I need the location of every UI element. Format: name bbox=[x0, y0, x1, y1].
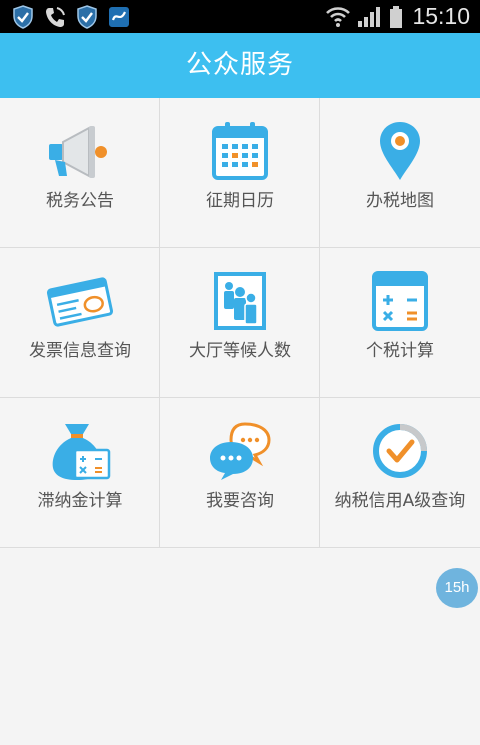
service-grid: 税务公告 征期日历 办税地图 发票信息查询 大厅等候人数 个税计算 滞纳金计算 … bbox=[0, 98, 480, 549]
calculator-icon bbox=[372, 271, 428, 331]
invoice-icon bbox=[46, 277, 114, 327]
calendar-icon bbox=[212, 122, 268, 180]
grid-item-consult[interactable]: 我要咨询 bbox=[160, 398, 320, 548]
app-icon bbox=[109, 7, 129, 27]
status-bar: 15:10 bbox=[0, 0, 480, 33]
header-bar: 公众服务 bbox=[0, 33, 480, 98]
queue-icon bbox=[214, 272, 266, 330]
grid-item-hall-waiting[interactable]: 大厅等候人数 bbox=[160, 248, 320, 398]
grid-item-invoice-query[interactable]: 发票信息查询 bbox=[0, 248, 160, 398]
grid-item-tax-map[interactable]: 办税地图 bbox=[320, 98, 480, 248]
floating-badge[interactable]: 15h bbox=[436, 568, 478, 608]
grid-item-label: 个税计算 bbox=[366, 341, 434, 361]
grid-item-credit-a-query[interactable]: 纳税信用A级查询 bbox=[320, 398, 480, 548]
phone-icon bbox=[46, 7, 65, 27]
page-title: 公众服务 bbox=[185, 50, 294, 80]
grid-item-label: 滞纳金计算 bbox=[37, 491, 123, 511]
grid-item-label: 纳税信用A级查询 bbox=[334, 491, 466, 511]
grid-item-label: 大厅等候人数 bbox=[189, 341, 291, 361]
grid-item-late-fee-calc[interactable]: 滞纳金计算 bbox=[0, 398, 160, 548]
chat-bubble-icon bbox=[210, 422, 271, 480]
money-bag-icon bbox=[52, 424, 111, 480]
grid-item-label: 征期日历 bbox=[206, 191, 274, 211]
grid-item-label: 税务公告 bbox=[46, 191, 114, 211]
wifi-icon bbox=[326, 7, 350, 27]
shield-icon bbox=[13, 5, 33, 29]
check-circle-icon bbox=[373, 424, 427, 478]
shield-icon bbox=[77, 5, 97, 29]
map-pin-icon bbox=[380, 122, 420, 180]
grid-item-tax-calendar[interactable]: 征期日历 bbox=[160, 98, 320, 248]
grid-item-label: 发票信息查询 bbox=[29, 341, 131, 361]
grid-item-tax-announcement[interactable]: 税务公告 bbox=[0, 98, 160, 248]
battery-icon bbox=[390, 6, 402, 28]
grid-item-label: 我要咨询 bbox=[206, 491, 274, 511]
signal-icon bbox=[358, 7, 380, 27]
megaphone-icon bbox=[49, 126, 107, 178]
grid-item-income-tax-calc[interactable]: 个税计算 bbox=[320, 248, 480, 398]
grid-item-label: 办税地图 bbox=[366, 191, 434, 211]
clock-time: 15:10 bbox=[412, 3, 470, 29]
